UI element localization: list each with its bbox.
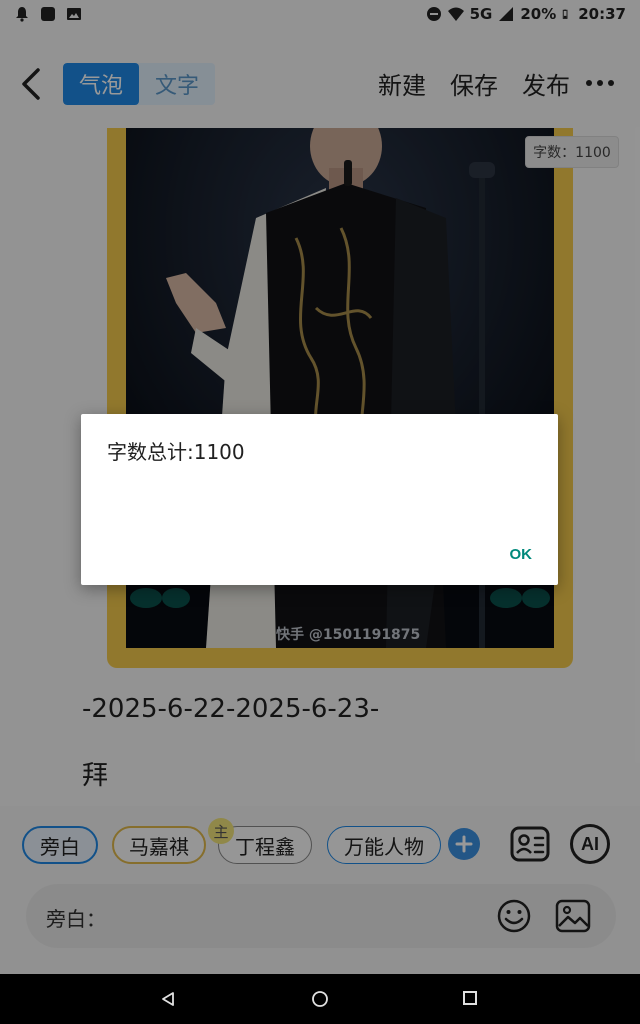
nav-recent-icon[interactable] (463, 991, 477, 1005)
system-nav-bar (0, 974, 640, 1024)
nav-home-icon[interactable] (311, 990, 329, 1008)
dialog-ok-button[interactable]: OK (510, 546, 533, 563)
dialog-message: 字数总计:1100 (107, 440, 245, 464)
nav-back-icon[interactable] (160, 991, 176, 1007)
screen: 5G 20% 20:37 气泡 文字 新建 保存 发布 快手 @15011918… (0, 0, 640, 1024)
word-count-dialog: 字数总计:1100 OK (81, 414, 558, 585)
